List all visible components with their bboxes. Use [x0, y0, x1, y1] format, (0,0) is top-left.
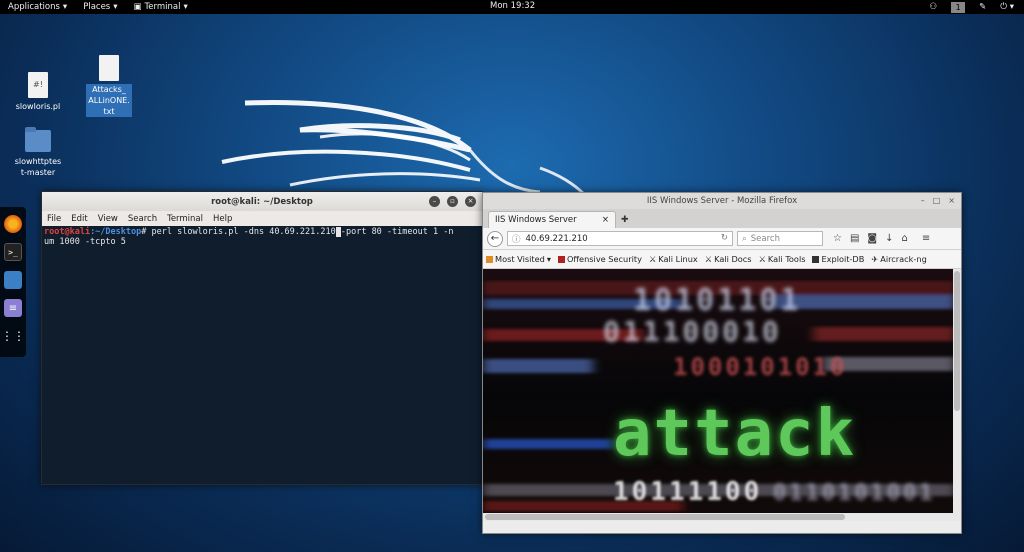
menu-help[interactable]: Help [213, 214, 232, 224]
command-text: perl slowloris.pl -dns 40.69.221.210 [151, 227, 336, 237]
minimize-icon[interactable]: – [429, 196, 440, 207]
script-file-icon: #! [28, 72, 48, 98]
bookmark-kali-docs[interactable]: ⚔ Kali Docs [705, 254, 752, 264]
offsec-icon [557, 255, 565, 263]
menu-edit[interactable]: Edit [71, 214, 87, 224]
clipboard-icon[interactable]: ▤ [850, 233, 859, 244]
desktop-icon-label: slowhttptes t-master [14, 157, 62, 177]
app-grid-icon[interactable]: ⋮⋮ [1, 327, 25, 345]
maximize-icon[interactable]: ▫ [447, 196, 458, 207]
home-icon[interactable]: ⌂ [902, 233, 908, 244]
firefox-window[interactable]: IIS Windows Server - Mozilla Firefox – □… [482, 192, 962, 534]
minimize-icon[interactable]: – [921, 196, 925, 205]
close-icon[interactable]: × [948, 196, 955, 205]
exploitdb-icon [812, 255, 820, 263]
bookmark-most-visited[interactable]: Most Visited ▾ [486, 254, 551, 264]
aircrack-icon: ✈ [871, 254, 879, 264]
firefox-titlebar[interactable]: IIS Windows Server - Mozilla Firefox – □… [483, 193, 961, 209]
firefox-window-title: IIS Windows Server - Mozilla Firefox [646, 196, 798, 206]
bookmark-star-icon[interactable]: ☆ [833, 233, 842, 244]
dock: >_ ≡ ⋮⋮ [0, 207, 26, 357]
binary-row: 10111100 [613, 477, 763, 507]
bookmark-label: Kali Tools [767, 254, 806, 264]
bookmark-label: Kali Docs [714, 254, 752, 264]
maximize-icon[interactable]: □ [933, 196, 941, 205]
hamburger-menu-icon[interactable]: ≡ [922, 233, 930, 244]
terminal-titlebar[interactable]: root@kali: ~/Desktop – ▫ × [42, 192, 482, 211]
binary-row: 011100010 [603, 315, 782, 348]
binary-row: 10101101 [633, 283, 802, 318]
search-placeholder: Search [750, 233, 780, 244]
menu-search[interactable]: Search [128, 214, 157, 224]
bookmark-label: Most Visited [495, 254, 545, 264]
pocket-icon[interactable]: ◙ [867, 233, 877, 244]
menu-terminal[interactable]: Terminal [167, 214, 203, 224]
info-icon[interactable]: ⓘ [512, 233, 521, 245]
scrollbar-thumb[interactable] [954, 271, 960, 411]
desktop-icon-slowloris[interactable]: #! slowloris.pl [13, 72, 63, 112]
tab-title: IIS Windows Server [495, 215, 577, 225]
bookmark-label: Exploit-DB [821, 254, 865, 264]
prompt-path: :~/Desktop [90, 227, 142, 237]
bookmark-offensive-security[interactable]: Offensive Security [557, 254, 642, 264]
bookmark-label: Aircrack-ng [880, 254, 927, 264]
desktop-icon-label: Attacks_ ALLinONE. txt [86, 84, 132, 117]
menu-file[interactable]: File [47, 214, 61, 224]
terminal-menubar: File Edit View Search Terminal Help [42, 211, 482, 226]
attack-text: attack [613, 397, 857, 471]
bookmarks-toolbar: Most Visited ▾ Offensive Security ⚔ Kali L… [483, 250, 961, 269]
url-text: 40.69.221.210 [525, 233, 588, 244]
bookmark-exploit-db[interactable]: Exploit-DB [812, 254, 864, 264]
notes-icon[interactable]: ≡ [4, 299, 22, 317]
terminal-output[interactable]: root@kali:~/Desktop# perl slowloris.pl -… [42, 226, 482, 248]
search-input[interactable]: ⌕ Search [737, 231, 823, 246]
search-icon: ⌕ [742, 233, 747, 244]
desktop-icon-label: slowloris.pl [15, 102, 61, 111]
tab-strip: IIS Windows Server × ✚ [483, 209, 961, 228]
menu-view[interactable]: View [98, 214, 118, 224]
bookmark-aircrack[interactable]: ✈ Aircrack-ng [871, 254, 926, 264]
close-icon[interactable]: × [465, 196, 476, 207]
bookmark-label: Offensive Security [566, 254, 642, 264]
desktop-icon-slowhttptest[interactable]: slowhttptes t-master [13, 127, 63, 178]
command-line-2: um 1000 -tcpto 5 [44, 237, 126, 247]
close-tab-icon[interactable]: × [602, 215, 609, 225]
desktop-icon-attacks[interactable]: Attacks_ ALLinONE. txt [84, 55, 134, 117]
command-text-cont: -port 80 -timeout 1 -n [340, 227, 454, 237]
kali-dragon-icon: ⚔ [704, 254, 713, 264]
binary-row: 1000101010 [673, 353, 848, 381]
bookmark-label: Kali Linux [658, 254, 698, 264]
url-bar[interactable]: ⓘ 40.69.221.210 ↻ [507, 231, 733, 246]
navigation-bar: ← ⓘ 40.69.221.210 ↻ ⌕ Search ☆ ▤ ◙ ↓ ⌂ ≡ [483, 228, 961, 250]
terminal-title: root@kali: ~/Desktop [211, 196, 313, 207]
prompt-hash: # [141, 227, 152, 237]
text-file-icon [99, 55, 119, 81]
files-icon[interactable] [4, 271, 22, 289]
scrollbar-thumb[interactable] [485, 514, 845, 520]
bookmark-kali-tools[interactable]: ⚔ Kali Tools [759, 254, 806, 264]
new-tab-icon[interactable]: ✚ [621, 215, 629, 225]
tab-iis[interactable]: IIS Windows Server × [488, 211, 616, 228]
terminal-icon[interactable]: >_ [4, 243, 22, 261]
page-content[interactable]: 10101101 011100010 1000101010 attack 101… [483, 269, 961, 521]
vertical-scrollbar[interactable] [953, 269, 961, 521]
binary-row: 0110101001 [773, 481, 936, 506]
download-icon[interactable]: ↓ [885, 233, 893, 244]
reload-icon[interactable]: ↻ [721, 233, 728, 243]
kali-dragon-icon: ⚔ [758, 254, 766, 264]
back-icon[interactable]: ← [487, 230, 503, 247]
terminal-window[interactable]: root@kali: ~/Desktop – ▫ × File Edit Vie… [41, 191, 483, 485]
kali-dragon-icon: ⚔ [648, 254, 657, 264]
bookmark-kali-linux[interactable]: ⚔ Kali Linux [649, 254, 698, 264]
horizontal-scrollbar[interactable] [483, 513, 955, 521]
prompt-user: root@kali [44, 227, 91, 237]
folder-icon [25, 127, 51, 152]
firefox-icon[interactable] [4, 215, 22, 233]
folder-icon [486, 255, 493, 263]
